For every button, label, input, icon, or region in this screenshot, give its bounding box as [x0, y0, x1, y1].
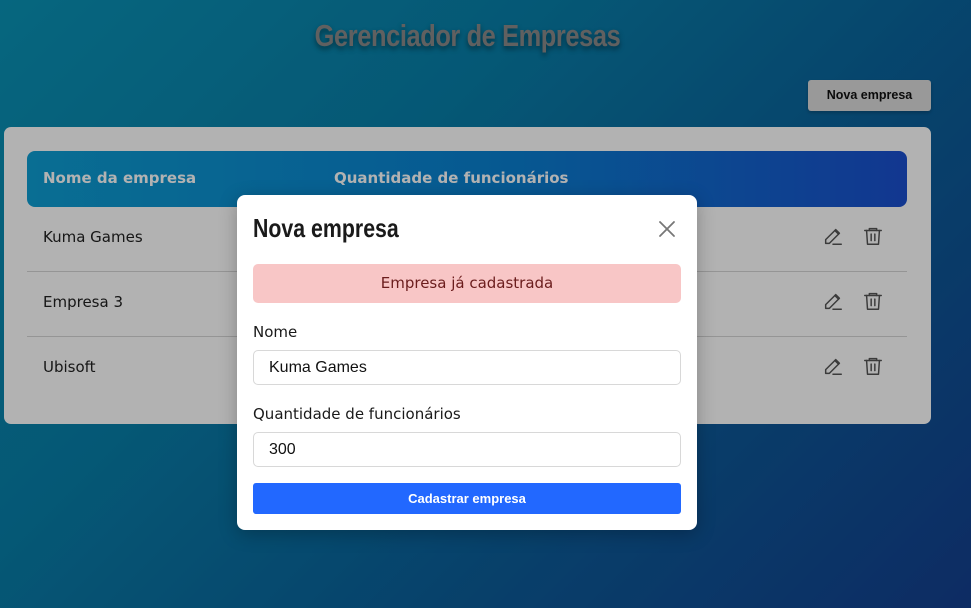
- new-company-modal: Nova empresa Empresa já cadastrada Nome …: [237, 195, 697, 530]
- employees-input[interactable]: [253, 432, 681, 467]
- employees-field-label: Quantidade de funcionários: [253, 405, 461, 423]
- register-company-button[interactable]: Cadastrar empresa: [253, 483, 681, 514]
- name-field-label: Nome: [253, 323, 298, 341]
- close-icon[interactable]: [657, 219, 677, 239]
- error-alert: Empresa já cadastrada: [253, 264, 681, 303]
- name-input[interactable]: [253, 350, 681, 385]
- modal-title: Nova empresa: [253, 213, 399, 243]
